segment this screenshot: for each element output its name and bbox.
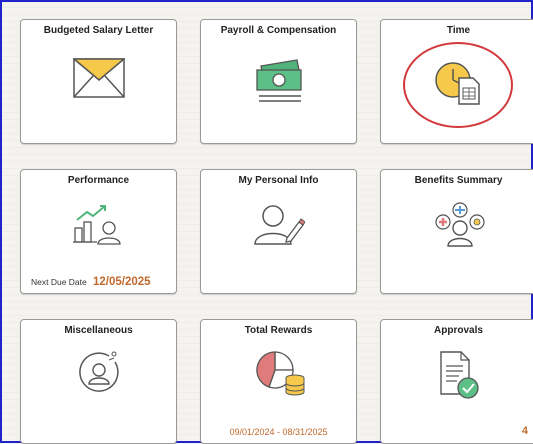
person-circle-icon bbox=[79, 351, 119, 392]
tile-title: Approvals bbox=[434, 325, 483, 336]
benefits-people-icon bbox=[435, 202, 485, 247]
tile-benefits-summary[interactable]: Benefits Summary bbox=[380, 169, 533, 294]
highlight-circle bbox=[403, 42, 513, 128]
tile-payroll-compensation[interactable]: Payroll & Compensation bbox=[200, 19, 357, 144]
tile-title: Payroll & Compensation bbox=[220, 25, 337, 36]
total-rewards-date-range: 09/01/2024 - 08/31/2025 bbox=[229, 427, 328, 437]
person-edit-icon bbox=[254, 205, 305, 245]
tile-title: Total Rewards bbox=[244, 325, 313, 336]
tile-title: Miscellaneous bbox=[64, 325, 133, 336]
tile-title: Time bbox=[446, 25, 471, 36]
envelope-icon bbox=[73, 58, 125, 98]
tile-approvals[interactable]: Approvals 4 bbox=[380, 319, 533, 444]
tile-miscellaneous[interactable]: Miscellaneous bbox=[20, 319, 177, 444]
tile-total-rewards[interactable]: Total Rewards 09/01/2024 - 08/31/2025 bbox=[200, 319, 357, 444]
next-due-date-value: 12/05/2025 bbox=[93, 276, 151, 288]
money-icon bbox=[256, 59, 302, 102]
pie-coins-icon bbox=[256, 351, 305, 396]
next-due-date-label: Next Due Date bbox=[31, 277, 87, 287]
tile-my-personal-info[interactable]: My Personal Info bbox=[200, 169, 357, 294]
tile-title: My Personal Info bbox=[238, 175, 319, 186]
tile-performance[interactable]: Performance Next Due Date 12/05/2025 bbox=[20, 169, 177, 294]
document-check-icon bbox=[440, 351, 479, 399]
tile-title: Budgeted Salary Letter bbox=[43, 25, 154, 36]
tile-title: Performance bbox=[67, 175, 130, 186]
approvals-count-badge: 4 bbox=[521, 425, 528, 437]
homepage-tile-grid: Budgeted Salary Letter Payroll & Compens… bbox=[0, 0, 533, 444]
performance-chart-icon bbox=[73, 205, 121, 245]
tile-budgeted-salary-letter[interactable]: Budgeted Salary Letter bbox=[20, 19, 177, 144]
tile-title: Benefits Summary bbox=[414, 175, 503, 186]
